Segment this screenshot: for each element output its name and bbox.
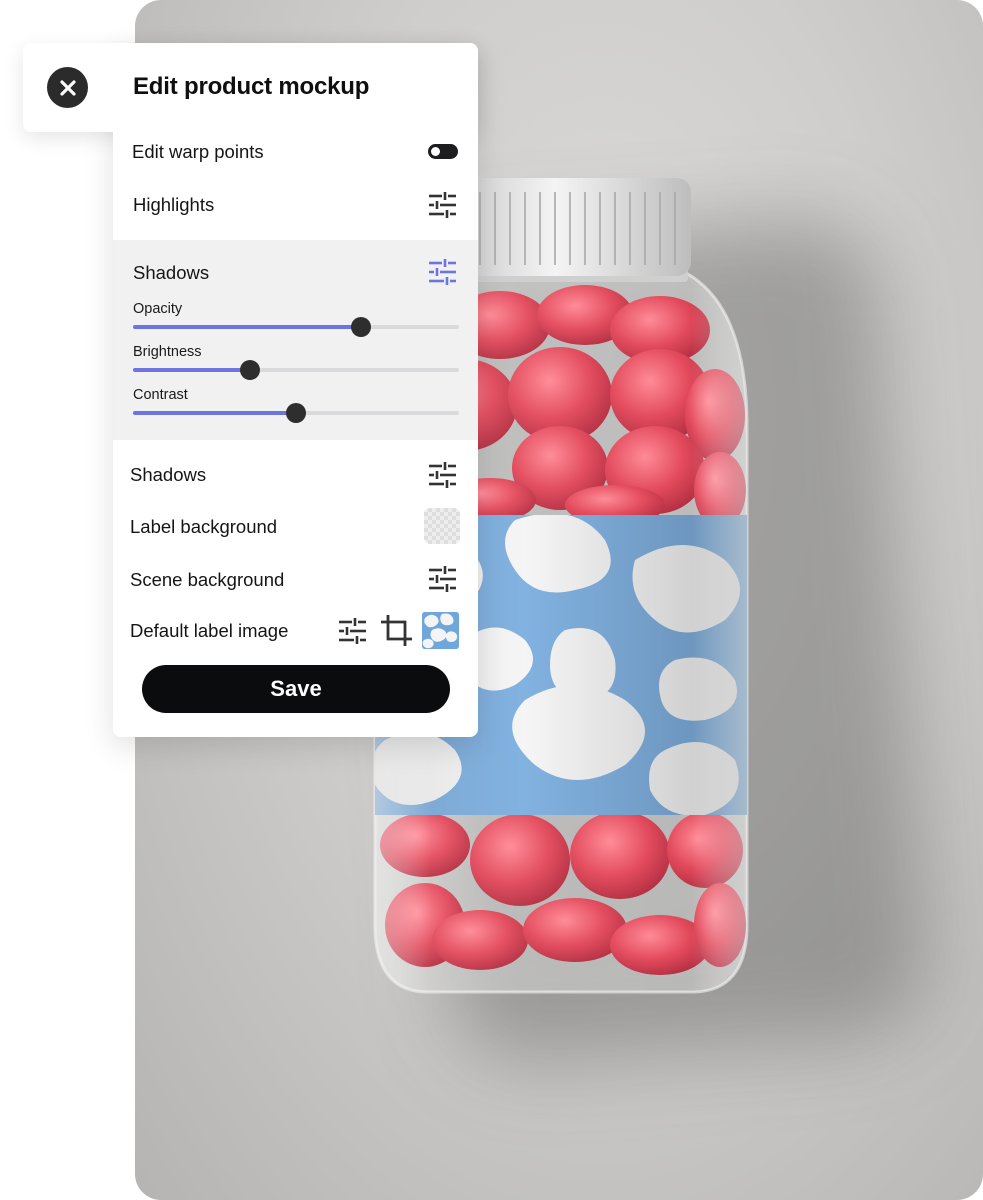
save-button[interactable]: Save	[142, 665, 450, 713]
row-shadows[interactable]: Shadows	[113, 450, 478, 500]
row-highlights[interactable]: Highlights	[113, 180, 478, 230]
shadows-sliders-icon[interactable]	[428, 461, 457, 489]
brightness-label: Brightness	[133, 344, 202, 360]
row-edit-warp-points: Edit warp points	[113, 127, 478, 177]
scene-background-label: Scene background	[130, 569, 285, 590]
crop-icon[interactable]	[380, 614, 413, 647]
shadows-sliders-icon-active[interactable]	[428, 258, 457, 286]
shadows-expanded-label: Shadows	[133, 262, 210, 283]
brightness-slider-fill	[133, 368, 251, 372]
contrast-slider-fill	[133, 411, 296, 415]
default-label-image-label: Default label image	[130, 620, 289, 641]
close-icon	[59, 79, 76, 96]
close-button[interactable]	[47, 67, 88, 108]
opacity-slider[interactable]	[133, 317, 459, 337]
default-label-image-sliders-icon[interactable]	[338, 617, 367, 645]
panel-title: Edit product mockup	[133, 73, 370, 100]
edit-warp-points-label: Edit warp points	[132, 141, 264, 162]
brightness-slider[interactable]	[133, 360, 459, 380]
edit-warp-points-toggle[interactable]	[428, 144, 458, 159]
contrast-label: Contrast	[133, 387, 188, 403]
contrast-slider-thumb[interactable]	[286, 403, 306, 423]
opacity-slider-fill	[133, 325, 362, 329]
shadows-label: Shadows	[130, 464, 207, 485]
contrast-slider[interactable]	[133, 403, 459, 423]
scene-background-sliders-icon[interactable]	[428, 565, 457, 593]
opacity-label: Opacity	[133, 301, 183, 317]
label-thumbnail[interactable]	[422, 612, 459, 649]
transparent-swatch[interactable]	[424, 508, 460, 544]
row-shadows-expanded[interactable]: Shadows	[113, 248, 478, 298]
label-background-label: Label background	[130, 516, 278, 537]
highlights-sliders-icon[interactable]	[428, 191, 457, 219]
label-thumbnail-image	[422, 612, 459, 649]
highlights-label: Highlights	[133, 194, 215, 215]
row-scene-background[interactable]: Scene background	[113, 555, 478, 605]
